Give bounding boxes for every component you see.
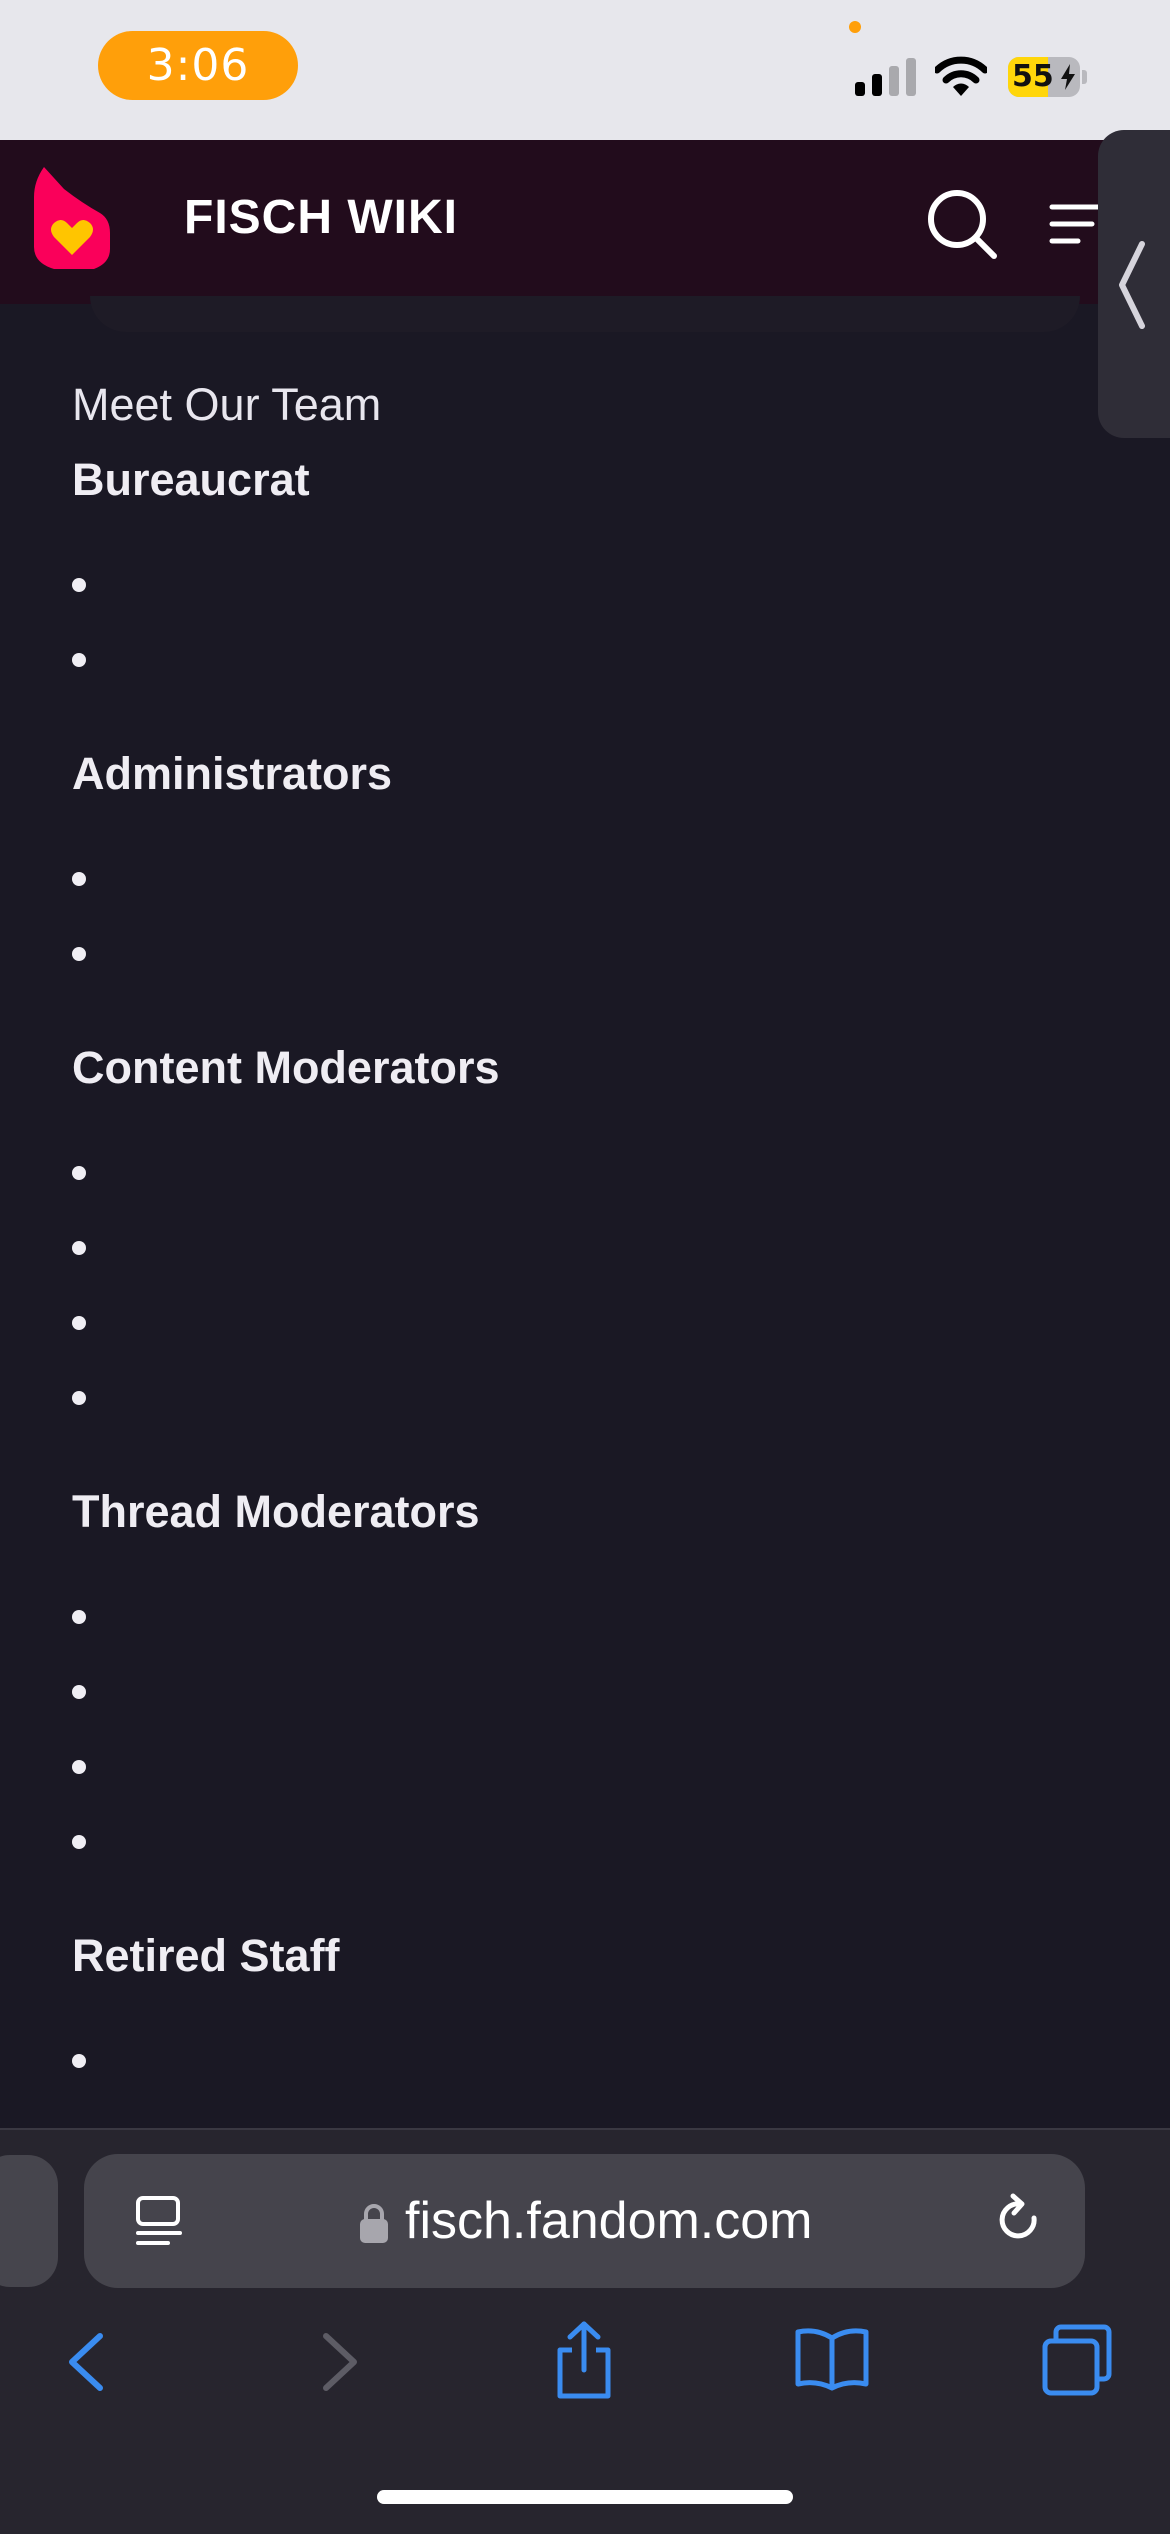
back-icon[interactable] <box>64 2330 108 2394</box>
reader-mode-icon[interactable] <box>134 2195 184 2247</box>
list-item[interactable] <box>72 919 1072 994</box>
list-item[interactable] <box>72 2026 1072 2101</box>
lock-icon <box>360 2204 388 2243</box>
list-item[interactable] <box>72 1363 1072 1438</box>
list-item[interactable] <box>72 1732 1072 1807</box>
list-item[interactable] <box>72 1288 1072 1363</box>
intro-text: Meet Our Team <box>72 379 382 430</box>
reload-icon[interactable] <box>994 2192 1044 2248</box>
team-section: Content Moderators <box>72 1038 1072 1438</box>
forward-icon[interactable] <box>318 2330 362 2394</box>
status-time[interactable]: 3:06 <box>98 31 298 100</box>
bookmarks-icon[interactable] <box>794 2326 870 2392</box>
tabs-icon[interactable] <box>1042 2324 1112 2396</box>
list-item[interactable] <box>72 625 1072 700</box>
home-indicator <box>377 2490 793 2504</box>
member-list <box>72 1138 1072 1438</box>
team-sections: Bureaucrat Administrators Content Moderato… <box>72 450 1072 2251</box>
list-item[interactable] <box>72 550 1072 625</box>
member-list <box>72 1582 1072 1882</box>
team-section: Administrators <box>72 744 1072 994</box>
list-item[interactable] <box>72 1582 1072 1657</box>
section-heading: Administrators <box>72 748 393 799</box>
section-heading: Bureaucrat <box>72 454 310 505</box>
status-bar: 3:06 55 <box>0 0 1170 140</box>
cellular-signal-icon <box>855 58 916 96</box>
team-section: Thread Moderators <box>72 1482 1072 1882</box>
side-panel-tab[interactable] <box>1098 130 1170 438</box>
address-text[interactable]: fisch.fandom.com <box>405 2190 813 2252</box>
battery-indicator: 55 <box>1008 57 1088 97</box>
share-icon[interactable] <box>552 2320 616 2400</box>
chevron-left-icon <box>1119 241 1145 329</box>
wifi-icon <box>935 56 987 96</box>
section-heading: Retired Staff <box>72 1930 340 1981</box>
member-list <box>72 550 1072 700</box>
charging-bolt-icon <box>1061 64 1075 90</box>
list-item[interactable] <box>72 844 1072 919</box>
section-heading: Thread Moderators <box>72 1486 480 1537</box>
list-item[interactable] <box>72 1807 1072 1882</box>
member-list <box>72 844 1072 994</box>
fandom-logo[interactable] <box>34 167 110 269</box>
previous-tab-preview[interactable] <box>0 2155 58 2287</box>
search-icon[interactable] <box>926 188 998 260</box>
page-content: Meet Our Team Bureaucrat Administrators Co… <box>72 376 1072 2251</box>
list-item[interactable] <box>72 1138 1072 1213</box>
menu-icon[interactable] <box>1048 202 1100 246</box>
header-shadow <box>90 296 1080 332</box>
section-heading: Content Moderators <box>72 1042 500 1093</box>
team-section: Bureaucrat <box>72 450 1072 700</box>
wiki-title[interactable]: FISCH WIKI <box>184 190 458 245</box>
privacy-indicator-dot <box>849 21 861 33</box>
list-item[interactable] <box>72 1213 1072 1288</box>
battery-percentage: 55 <box>1012 59 1054 94</box>
list-item[interactable] <box>72 1657 1072 1732</box>
